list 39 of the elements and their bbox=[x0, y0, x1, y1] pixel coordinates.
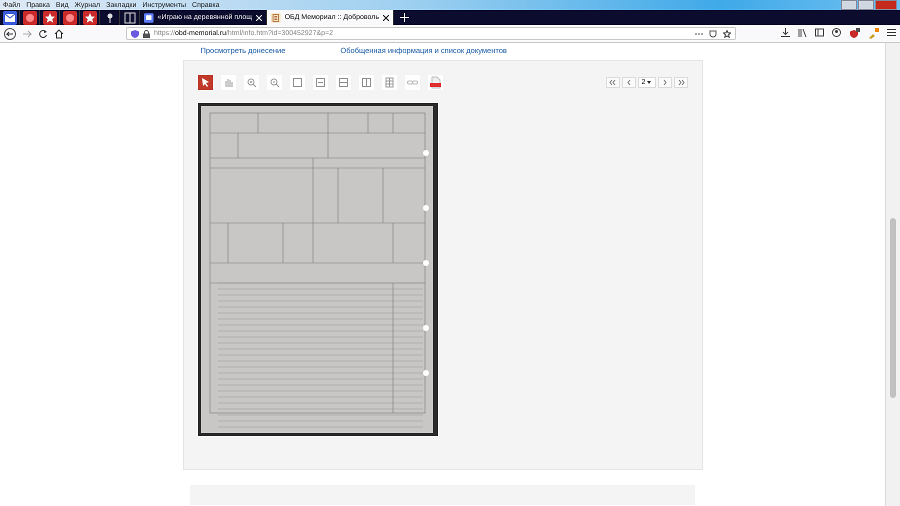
pocket-icon[interactable] bbox=[709, 30, 717, 38]
first-page-icon[interactable] bbox=[606, 77, 620, 88]
close-icon[interactable] bbox=[383, 14, 389, 20]
zoom-in-icon[interactable] bbox=[244, 75, 258, 90]
circle-icon bbox=[62, 10, 76, 24]
menu-icon[interactable] bbox=[887, 28, 896, 37]
chat-icon bbox=[144, 10, 154, 24]
zoom-out-icon[interactable] bbox=[266, 75, 282, 90]
columns-icon[interactable] bbox=[358, 75, 374, 90]
reload-icon[interactable] bbox=[38, 28, 48, 38]
fit-width-icon[interactable] bbox=[312, 75, 328, 90]
document-icon bbox=[271, 10, 281, 24]
window-controls[interactable] bbox=[841, 0, 900, 10]
next-page-icon[interactable] bbox=[658, 77, 672, 88]
previous-page-icon[interactable] bbox=[622, 77, 636, 88]
browser-tab[interactable] bbox=[40, 10, 60, 25]
pdf-icon[interactable] bbox=[428, 75, 442, 90]
library-icon[interactable] bbox=[798, 28, 807, 37]
scrollbar[interactable] bbox=[885, 43, 900, 506]
home-icon[interactable] bbox=[54, 28, 64, 38]
circle-icon bbox=[22, 10, 36, 24]
sidebar-icon[interactable] bbox=[815, 28, 824, 37]
browser-tab[interactable] bbox=[0, 10, 20, 25]
shield-icon[interactable] bbox=[849, 28, 860, 39]
grid-icon[interactable] bbox=[382, 75, 396, 90]
fit-height-icon[interactable] bbox=[336, 75, 350, 90]
caret-icon bbox=[647, 81, 652, 84]
shield-icon[interactable] bbox=[131, 30, 139, 38]
star-icon[interactable] bbox=[723, 30, 731, 38]
pointer-icon[interactable] bbox=[198, 75, 212, 90]
last-page-icon[interactable] bbox=[674, 77, 688, 88]
account-icon[interactable] bbox=[832, 28, 841, 37]
browser-tab[interactable] bbox=[80, 10, 100, 25]
back-icon[interactable] bbox=[4, 28, 16, 40]
browser-tab[interactable] bbox=[60, 10, 80, 25]
download-icon[interactable] bbox=[781, 28, 790, 37]
browser-tab[interactable] bbox=[20, 10, 40, 25]
square-icon[interactable] bbox=[290, 75, 304, 90]
lock-icon[interactable] bbox=[143, 30, 150, 38]
